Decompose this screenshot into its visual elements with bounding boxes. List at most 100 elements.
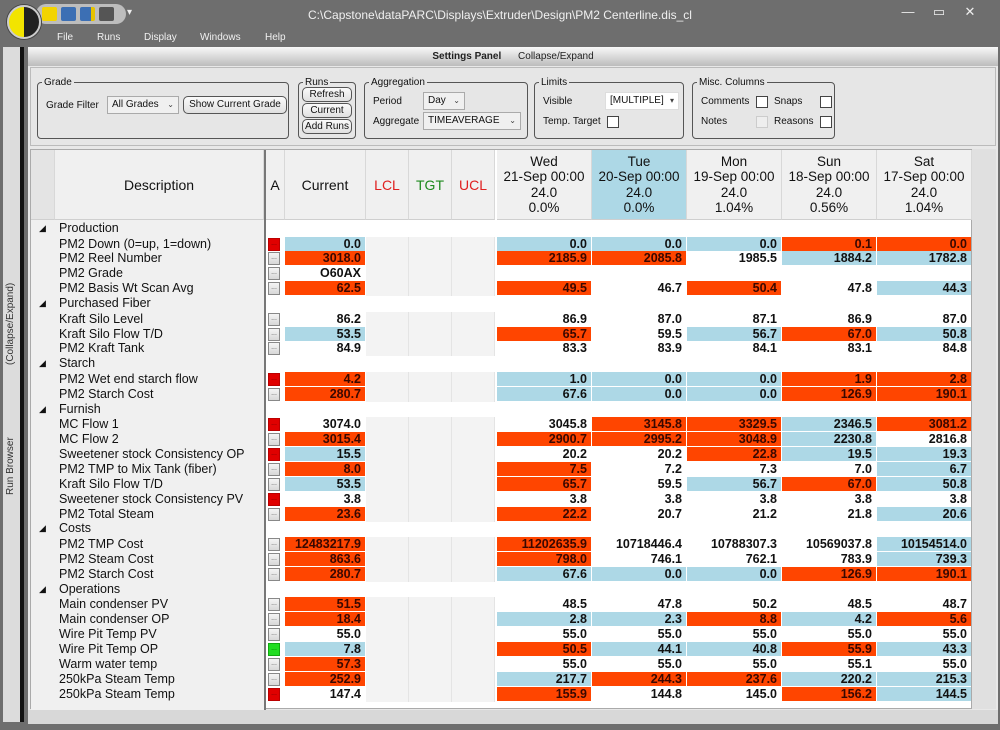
table-row[interactable]: Main condenser OP... 18.4 2.8 2.3 8.8 4.2 5.6: [31, 612, 973, 627]
alarm-details-button[interactable]: ...: [268, 567, 280, 581]
run-value-cell[interactable]: 126.9: [782, 566, 876, 581]
alarm-details-button[interactable]: ...: [268, 267, 280, 281]
run-value-cell[interactable]: 55.1: [782, 656, 876, 671]
run-value-cell[interactable]: [877, 266, 971, 281]
run-value-cell[interactable]: 7.5: [497, 461, 591, 476]
run-value-cell[interactable]: 50.5: [497, 641, 591, 656]
table-row[interactable]: PM2 Grade... O60AX: [31, 266, 973, 282]
run-value-cell[interactable]: 0.0: [592, 566, 686, 581]
current-value-cell[interactable]: 3018.0: [285, 251, 365, 266]
run-value-cell[interactable]: 3081.2: [877, 417, 971, 432]
collapse-arrow-icon[interactable]: ◢: [39, 582, 46, 597]
run-value-cell[interactable]: 67.6: [497, 386, 591, 401]
run-value-cell[interactable]: 55.0: [592, 656, 686, 671]
run-value-cell[interactable]: 4.2: [782, 612, 876, 626]
run-value-cell[interactable]: 22.8: [687, 446, 781, 461]
alarm-details-button[interactable]: ...: [268, 627, 280, 641]
run-value-cell[interactable]: 0.0: [687, 236, 781, 251]
run-value-cell[interactable]: 126.9: [782, 386, 876, 401]
settings-panel-bar[interactable]: Settings Panel Collapse/Expand: [28, 47, 998, 66]
collapse-arrow-icon[interactable]: ◢: [39, 221, 46, 236]
run-value-cell[interactable]: 2.8: [877, 371, 971, 386]
run-value-cell[interactable]: [497, 266, 591, 281]
alarm-details-button[interactable]: ...: [268, 672, 280, 686]
current-value-cell[interactable]: 86.2: [285, 311, 365, 326]
run-value-cell[interactable]: 44.1: [592, 641, 686, 656]
run-value-cell[interactable]: 83.3: [497, 341, 591, 356]
table-row[interactable]: Kraft Silo Flow T/D... 53.5 65.7 59.5 56.7 67…: [31, 326, 973, 342]
tgt-header[interactable]: TGT: [409, 150, 452, 220]
current-value-cell[interactable]: 0.0: [285, 236, 365, 251]
run-value-cell[interactable]: 0.0: [592, 236, 686, 251]
alarm-header[interactable]: A: [266, 150, 285, 220]
lcl-header[interactable]: LCL: [366, 150, 409, 220]
run-value-cell[interactable]: 59.5: [592, 326, 686, 341]
run-value-cell[interactable]: 798.0: [497, 551, 591, 566]
run-browser-label[interactable]: Run Browser: [5, 437, 16, 495]
run-value-cell[interactable]: 144.5: [877, 686, 971, 701]
run-value-cell[interactable]: 244.3: [592, 671, 686, 686]
run-value-cell[interactable]: 2900.7: [497, 432, 591, 446]
run-value-cell[interactable]: 10718446.4: [592, 536, 686, 551]
alarm-details-button[interactable]: ...: [268, 477, 280, 491]
table-row[interactable]: PM2 Steam Cost... 863.6 798.0 746.1 762.1 783…: [31, 551, 973, 567]
run-value-cell[interactable]: 3145.8: [592, 417, 686, 432]
current-value-cell[interactable]: 3.8: [285, 491, 365, 506]
run-value-cell[interactable]: 50.8: [877, 326, 971, 341]
alarm-details-button[interactable]: ...: [268, 327, 280, 341]
run-value-cell[interactable]: 2346.5: [782, 417, 876, 432]
current-header[interactable]: Current: [285, 150, 366, 220]
reasons-checkbox[interactable]: [820, 116, 832, 128]
run-value-cell[interactable]: 10788307.3: [687, 536, 781, 551]
run-value-cell[interactable]: 20.7: [592, 506, 686, 521]
run-value-cell[interactable]: 21.8: [782, 506, 876, 521]
run-value-cell[interactable]: 190.1: [877, 386, 971, 401]
run-value-cell[interactable]: 47.8: [592, 597, 686, 612]
alarm-details-button[interactable]: ...: [268, 252, 280, 266]
run-value-cell[interactable]: 0.0: [877, 236, 971, 251]
current-value-cell[interactable]: 280.7: [285, 566, 365, 581]
current-value-cell[interactable]: 280.7: [285, 386, 365, 401]
run-value-cell[interactable]: 55.0: [782, 626, 876, 641]
run-value-cell[interactable]: 56.7: [687, 326, 781, 341]
run-value-cell[interactable]: 6.7: [877, 461, 971, 476]
run-value-cell[interactable]: 43.3: [877, 641, 971, 656]
run-value-cell[interactable]: 2230.8: [782, 432, 876, 446]
run-value-cell[interactable]: 3.8: [877, 491, 971, 506]
run-value-cell[interactable]: 48.5: [497, 597, 591, 612]
run-value-cell[interactable]: 2995.2: [592, 432, 686, 446]
ucl-header[interactable]: UCL: [452, 150, 495, 220]
run-value-cell[interactable]: 21.2: [687, 506, 781, 521]
run-value-cell[interactable]: 0.0: [687, 386, 781, 401]
current-value-cell[interactable]: 18.4: [285, 612, 365, 626]
run-value-cell[interactable]: 3.8: [592, 491, 686, 506]
menu-file[interactable]: File: [57, 32, 73, 43]
current-value-cell[interactable]: 51.5: [285, 597, 365, 612]
run-value-cell[interactable]: 67.0: [782, 476, 876, 491]
alarm-details-button[interactable]: ...: [268, 282, 280, 296]
alarm-indicator-red[interactable]: ...: [268, 237, 280, 251]
menu-windows[interactable]: Windows: [200, 32, 241, 43]
run-value-cell[interactable]: 190.1: [877, 566, 971, 581]
current-value-cell[interactable]: 4.2: [285, 371, 365, 386]
run-value-cell[interactable]: 20.6: [877, 506, 971, 521]
table-row[interactable]: PM2 TMP to Mix Tank (fiber)... 8.0 7.5 7.2 7…: [31, 461, 973, 477]
alarm-details-button[interactable]: ...: [268, 552, 280, 566]
current-value-cell[interactable]: 23.6: [285, 506, 365, 521]
run-value-cell[interactable]: 55.0: [877, 656, 971, 671]
run-value-cell[interactable]: 1.0: [497, 371, 591, 386]
notes-checkbox[interactable]: [756, 116, 768, 128]
app-menu-orb-icon[interactable]: [7, 5, 41, 39]
run-value-cell[interactable]: 20.2: [497, 446, 591, 461]
current-value-cell[interactable]: 252.9: [285, 671, 365, 686]
run-value-cell[interactable]: 55.9: [782, 641, 876, 656]
current-value-cell[interactable]: 863.6: [285, 551, 365, 566]
run-value-cell[interactable]: 783.9: [782, 551, 876, 566]
run-value-cell[interactable]: 2085.8: [592, 251, 686, 266]
collapse-arrow-icon[interactable]: ◢: [39, 356, 46, 371]
run-value-cell[interactable]: 237.6: [687, 671, 781, 686]
run-value-cell[interactable]: 0.0: [592, 371, 686, 386]
run-column-header[interactable]: Sun 18-Sep 00:00 24.0 0.56%: [782, 150, 877, 220]
run-value-cell[interactable]: 44.3: [877, 281, 971, 296]
run-value-cell[interactable]: 19.5: [782, 446, 876, 461]
